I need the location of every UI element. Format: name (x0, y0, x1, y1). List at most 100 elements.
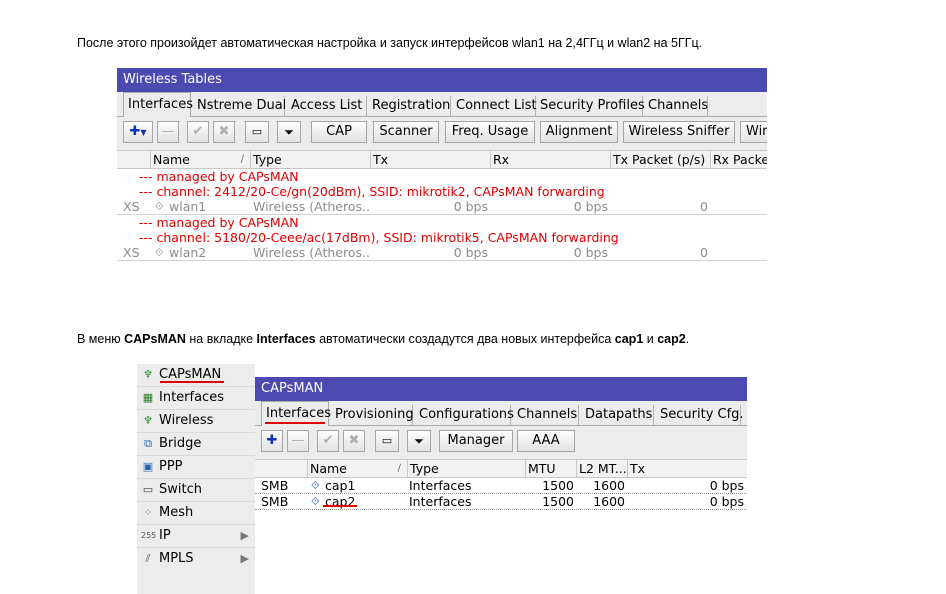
cap-interface-icon: ⟐ (311, 495, 320, 508)
row-type: Interfaces (409, 494, 472, 509)
column-tx[interactable]: Tx (370, 151, 490, 168)
highlight-underline (265, 422, 325, 424)
filter-button[interactable]: ⏷ (407, 430, 431, 452)
row-name: cap1 (325, 478, 356, 493)
highlight-underline (323, 505, 357, 507)
ppp-icon: ▣ (142, 460, 154, 473)
sidebar-item-label: MPLS (159, 551, 194, 566)
tab-access-list[interactable]: Access List (287, 96, 367, 116)
tab-nstreme-dual[interactable]: Nstreme Dual (193, 96, 286, 116)
enable-button[interactable]: ✔ (317, 430, 339, 452)
add-button[interactable]: ✚ (261, 430, 283, 452)
column-name[interactable]: Name ∕ (307, 460, 407, 477)
table-row[interactable]: SMB ⟐ cap2 Interfaces 1500 1600 0 bps (255, 494, 747, 510)
sidebar-item-bridge[interactable]: ⧉ Bridge (137, 433, 255, 456)
enable-button[interactable]: ✔ (187, 121, 209, 143)
filter-button[interactable]: ⏷ (277, 121, 301, 143)
tab-security-profiles[interactable]: Security Profiles (536, 96, 645, 116)
disable-button[interactable]: ✖ (343, 430, 365, 452)
alignment-button[interactable]: Alignment (540, 121, 618, 143)
row-type: Interfaces (409, 478, 472, 493)
plus-icon: ✚ (266, 433, 278, 448)
scanner-button[interactable]: Scanner (373, 121, 439, 143)
sidebar-item-ip[interactable]: 255 IP ▶ (137, 525, 255, 548)
antenna-icon: ♆ (143, 414, 153, 427)
tab-registration[interactable]: Registration (368, 96, 451, 116)
sidebar-item-interfaces[interactable]: ▦ Interfaces (137, 387, 255, 410)
antenna-icon: ♆ (143, 368, 153, 381)
filter-icon: ⏷ (414, 434, 424, 448)
submenu-arrow-icon: ▶ (240, 529, 249, 542)
tab-connect-list[interactable]: Connect List (452, 96, 537, 116)
row-type: Wireless (Atheros... (253, 245, 369, 260)
column-l2mtu[interactable]: L2 MT... (576, 460, 627, 477)
row-l2mtu: 1600 (593, 478, 625, 493)
window-title: CAPsMAN (255, 377, 747, 401)
submenu-arrow-icon: ▶ (240, 552, 249, 565)
tab-channels[interactable]: Channels (513, 405, 579, 425)
sidebar-item-mesh[interactable]: ⁘ Mesh (137, 502, 255, 525)
window-title: Wireless Tables (117, 68, 767, 92)
sidebar-item-capsman[interactable]: ♆ CAPsMAN (137, 364, 255, 387)
column-flags[interactable] (123, 151, 150, 168)
comment-icon: ▭ (381, 434, 393, 447)
wireless-sniffer-button[interactable]: Wireless Sniffer (623, 121, 735, 143)
column-type[interactable]: Type (407, 460, 525, 477)
row-name: wlan1 (169, 199, 207, 214)
row-rx: 0 bps (573, 245, 608, 260)
disable-button[interactable]: ✖ (213, 121, 235, 143)
capsman-interfaces-table: Name ∕ Type MTU L2 MT... Tx SMB ⟐ cap1 In… (255, 459, 747, 510)
cap-button[interactable]: CAP (311, 121, 367, 143)
tab-configurations[interactable]: Configurations (415, 405, 514, 425)
row-l2mtu: 1600 (593, 494, 625, 509)
column-type[interactable]: Type (250, 151, 370, 168)
sidebar-item-ppp[interactable]: ▣ PPP (137, 456, 255, 479)
highlight-underline (160, 381, 224, 383)
cross-icon: ✖ (348, 433, 360, 448)
column-flags[interactable] (261, 460, 307, 477)
sidebar-item-label: Mesh (159, 505, 194, 520)
sidebar-item-switch[interactable]: ▭ Switch (137, 479, 255, 502)
table-row[interactable]: XS ⟐ wlan2 Wireless (Atheros... 0 bps 0 … (117, 245, 767, 261)
column-rx-packet[interactable]: Rx Packe (710, 151, 767, 168)
toolbar: ✚ — ✔ ✖ ▭ ⏷ Manager AAA (255, 426, 747, 454)
aaa-button[interactable]: AAA (517, 430, 575, 452)
tab-bar: Interfaces Nstreme Dual Access List Regi… (117, 92, 767, 117)
sidebar-item-label: Wireless (159, 413, 214, 428)
column-name[interactable]: Name ∕ (150, 151, 250, 168)
comment-button[interactable]: ▭ (245, 121, 269, 143)
column-mtu[interactable]: MTU (525, 460, 576, 477)
row-tx: 0 bps (453, 199, 488, 214)
tab-security-cfg[interactable]: Security Cfg. (656, 405, 744, 425)
check-icon: ✔ (192, 124, 204, 139)
column-tx-packet[interactable]: Tx Packet (p/s) (610, 151, 710, 168)
add-button[interactable]: ✚▼ (123, 121, 153, 143)
comment-icon: ▭ (251, 125, 263, 138)
manager-button[interactable]: Manager (439, 430, 513, 452)
sidebar-item-wireless[interactable]: ♆ Wireless (137, 410, 255, 433)
interfaces-icon: ▦ (142, 391, 154, 404)
capsman-window: CAPsMAN Interfaces Provisioning Configur… (255, 377, 747, 510)
table-row[interactable]: SMB ⟐ cap1 Interfaces 1500 1600 0 bps (255, 478, 747, 494)
comment-button[interactable]: ▭ (375, 430, 399, 452)
sidebar-item-mpls[interactable]: ⫽ MPLS ▶ (137, 548, 255, 570)
wireless-snooper-button[interactable]: Wir (740, 121, 767, 143)
filter-icon: ⏷ (284, 125, 294, 139)
table-row[interactable]: XS ⟐ wlan1 Wireless (Atheros... 0 bps 0 … (117, 199, 767, 215)
sidebar-item-label: Interfaces (159, 390, 224, 405)
tab-channels[interactable]: Channels (644, 96, 708, 116)
column-tx[interactable]: Tx (627, 460, 747, 477)
column-rx[interactable]: Rx (490, 151, 610, 168)
tab-interfaces[interactable]: Interfaces (123, 92, 193, 117)
wireless-tables-window: Wireless Tables Interfaces Nstreme Dual … (117, 68, 767, 284)
row-flags: XS (123, 199, 140, 214)
sort-arrow-icon: ∕ (240, 154, 244, 165)
row-tx-packet: 0 (700, 245, 708, 260)
remove-button[interactable]: — (157, 121, 179, 143)
tab-datapaths[interactable]: Datapaths (581, 405, 654, 425)
remove-button[interactable]: — (287, 430, 309, 452)
freq-usage-button[interactable]: Freq. Usage (445, 121, 535, 143)
tab-bar: Interfaces Provisioning Configurations C… (255, 401, 747, 426)
row-tx: 0 bps (453, 245, 488, 260)
tab-provisioning[interactable]: Provisioning (331, 405, 414, 425)
